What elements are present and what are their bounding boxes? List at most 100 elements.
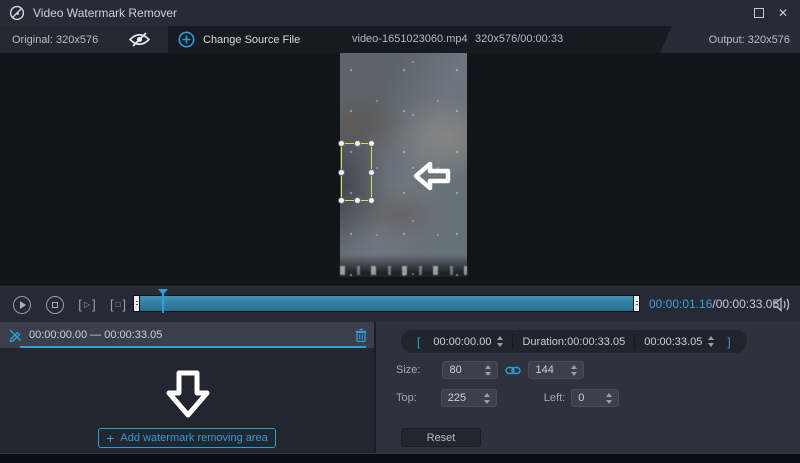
bracket-square-icon: [□] bbox=[110, 297, 126, 312]
info-bar: Original: 320x576 Change Source File vid… bbox=[0, 26, 800, 53]
segment-progress-line bbox=[20, 346, 366, 348]
selection-handle-w[interactable] bbox=[338, 169, 345, 176]
top-value[interactable]: 225 bbox=[448, 392, 484, 404]
height-spinner[interactable] bbox=[571, 365, 577, 376]
change-source-label: Change Source File bbox=[203, 34, 300, 46]
spin-up-icon[interactable] bbox=[484, 393, 490, 397]
properties-panel: [ 00:00:00.00 Duration:00:00:33.05 00:00… bbox=[374, 322, 800, 453]
current-time: 00:00:01.16 bbox=[649, 297, 712, 311]
spin-down-icon[interactable] bbox=[497, 343, 503, 347]
time-range-group: [ 00:00:00.00 Duration:00:00:33.05 00:00… bbox=[401, 330, 747, 353]
trim-handle-end[interactable] bbox=[633, 295, 640, 312]
time-display: 00:00:01.16/00:00:33.05 bbox=[649, 297, 779, 311]
trim-handle-start[interactable] bbox=[133, 295, 140, 312]
left-field[interactable]: 0 bbox=[571, 389, 619, 407]
play-icon bbox=[13, 296, 31, 314]
seek-timeline[interactable] bbox=[133, 295, 640, 312]
trash-icon[interactable] bbox=[354, 328, 368, 343]
top-spinner[interactable] bbox=[484, 393, 490, 404]
total-time: /00:00:33.05 bbox=[712, 297, 779, 311]
left-label: Left: bbox=[544, 392, 565, 404]
preview-frame-button[interactable]: [□] bbox=[106, 295, 130, 314]
link-aspect-icon[interactable] bbox=[505, 365, 521, 376]
volume-icon[interactable] bbox=[772, 296, 792, 313]
spin-up-icon[interactable] bbox=[485, 365, 491, 369]
selection-handle-e[interactable] bbox=[368, 169, 375, 176]
left-arrow-cursor-icon bbox=[413, 160, 451, 192]
end-time-spinner[interactable] bbox=[708, 336, 714, 347]
video-filename: video-1651023060.mp4 bbox=[352, 33, 468, 45]
bracket-close-label: ] bbox=[723, 335, 734, 349]
playhead-marker[interactable] bbox=[158, 289, 168, 295]
start-time-field[interactable]: 00:00:00.00 bbox=[424, 334, 512, 349]
duration-label: Duration:00:00:33.05 bbox=[522, 336, 625, 348]
output-resolution-label: Output: 320x576 bbox=[709, 34, 790, 46]
selection-handle-s[interactable] bbox=[354, 197, 361, 204]
video-bottom-detail bbox=[340, 266, 467, 275]
add-watermark-area-label: Add watermark removing area bbox=[120, 432, 267, 444]
spin-down-icon[interactable] bbox=[571, 372, 577, 376]
playhead-line bbox=[162, 294, 164, 313]
end-time-value[interactable]: 00:00:33.05 bbox=[644, 336, 702, 348]
maximize-icon[interactable] bbox=[754, 8, 764, 18]
spin-down-icon[interactable] bbox=[708, 343, 714, 347]
selection-handle-ne[interactable] bbox=[368, 140, 375, 147]
play-button[interactable] bbox=[12, 295, 31, 314]
selection-handle-se[interactable] bbox=[368, 197, 375, 204]
output-tab: Output: 320x576 bbox=[660, 26, 800, 53]
down-arrow-hint-icon bbox=[166, 370, 210, 420]
reset-button[interactable]: Reset bbox=[401, 428, 481, 447]
selection-handle-sw[interactable] bbox=[338, 197, 345, 204]
bottom-strip bbox=[0, 453, 800, 463]
preview-area bbox=[0, 53, 800, 285]
spin-up-icon[interactable] bbox=[571, 365, 577, 369]
top-label: Top: bbox=[396, 392, 417, 404]
start-time-value[interactable]: 00:00:00.00 bbox=[433, 336, 491, 348]
transport-bar: [▷] [□] 00:00:01.16/00:00:33.05 bbox=[0, 285, 800, 322]
app-window: Video Watermark Remover ✕ Original: 320x… bbox=[0, 0, 800, 463]
end-time-field[interactable]: 00:00:33.05 bbox=[634, 334, 723, 349]
change-source-button[interactable]: Change Source File bbox=[178, 31, 300, 48]
spin-up-icon[interactable] bbox=[606, 393, 612, 397]
spin-up-icon[interactable] bbox=[708, 336, 714, 340]
stop-button[interactable] bbox=[45, 295, 64, 314]
watermark-selection-box[interactable] bbox=[341, 143, 372, 201]
title-bar: Video Watermark Remover ✕ bbox=[0, 0, 800, 26]
original-resolution-label: Original: 320x576 bbox=[12, 34, 98, 46]
height-value[interactable]: 144 bbox=[535, 364, 571, 376]
circled-plus-icon bbox=[178, 31, 195, 48]
video-meta: 320x576/00:00:33 bbox=[475, 33, 563, 45]
bracket-open-label: [ bbox=[413, 335, 424, 349]
window-title: Video Watermark Remover bbox=[33, 6, 177, 20]
app-logo-icon bbox=[9, 5, 25, 21]
stop-icon bbox=[46, 296, 64, 314]
close-icon[interactable]: ✕ bbox=[778, 8, 788, 18]
width-value[interactable]: 80 bbox=[449, 364, 485, 376]
start-time-spinner[interactable] bbox=[497, 336, 503, 347]
plus-icon: + bbox=[106, 433, 114, 444]
add-watermark-area-button[interactable]: + Add watermark removing area bbox=[98, 428, 276, 448]
segment-time-range: 00:00:00.00 — 00:00:33.05 bbox=[29, 329, 162, 341]
pen-slash-icon bbox=[8, 328, 22, 342]
height-field[interactable]: 144 bbox=[528, 361, 584, 379]
selection-handle-nw[interactable] bbox=[338, 140, 345, 147]
segments-panel: 00:00:00.00 — 00:00:33.05 + Add watermar… bbox=[0, 322, 374, 453]
width-field[interactable]: 80 bbox=[442, 361, 498, 379]
eye-slash-icon[interactable] bbox=[128, 32, 151, 47]
preview-play-button[interactable]: [▷] bbox=[75, 295, 99, 314]
spin-up-icon[interactable] bbox=[497, 336, 503, 340]
spin-down-icon[interactable] bbox=[606, 400, 612, 404]
width-spinner[interactable] bbox=[485, 365, 491, 376]
size-label: Size: bbox=[396, 364, 420, 376]
top-field[interactable]: 225 bbox=[441, 389, 497, 407]
left-value[interactable]: 0 bbox=[578, 392, 606, 404]
video-frame bbox=[340, 53, 467, 277]
selection-handle-n[interactable] bbox=[354, 140, 361, 147]
bracket-play-icon: [▷] bbox=[78, 297, 95, 312]
watermark-area-item[interactable]: 00:00:00.00 — 00:00:33.05 bbox=[0, 322, 374, 348]
spin-down-icon[interactable] bbox=[484, 400, 490, 404]
bottom-section: 00:00:00.00 — 00:00:33.05 + Add watermar… bbox=[0, 322, 800, 453]
left-spinner[interactable] bbox=[606, 393, 612, 404]
spin-down-icon[interactable] bbox=[485, 372, 491, 376]
duration-display: Duration:00:00:33.05 bbox=[512, 334, 634, 349]
